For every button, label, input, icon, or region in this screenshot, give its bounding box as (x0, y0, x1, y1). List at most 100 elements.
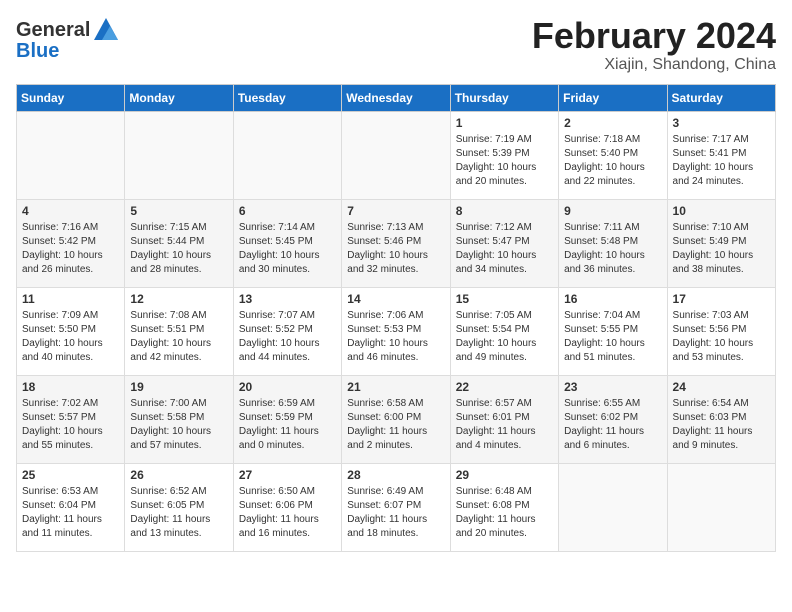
calendar-cell: 17 Sunrise: 7:03 AMSunset: 5:56 PMDayligh… (667, 287, 775, 375)
subtitle: Xiajin, Shandong, China (532, 56, 776, 74)
calendar-cell (233, 111, 341, 199)
day-info: Sunrise: 6:58 AMSunset: 6:00 PMDaylight:… (347, 397, 444, 453)
calendar-cell: 29 Sunrise: 6:48 AMSunset: 6:08 PMDayligh… (450, 463, 558, 551)
day-info: Sunrise: 7:18 AMSunset: 5:40 PMDaylight:… (564, 133, 661, 189)
weekday-header-sunday: Sunday (17, 84, 125, 111)
day-info: Sunrise: 6:54 AMSunset: 6:03 PMDaylight:… (673, 397, 770, 453)
day-info: Sunrise: 7:15 AMSunset: 5:44 PMDaylight:… (130, 221, 227, 277)
day-info: Sunrise: 6:57 AMSunset: 6:01 PMDaylight:… (456, 397, 553, 453)
day-number: 24 (673, 380, 770, 394)
day-info: Sunrise: 7:17 AMSunset: 5:41 PMDaylight:… (673, 133, 770, 189)
logo: General Blue (16, 16, 120, 63)
calendar-cell: 20 Sunrise: 6:59 AMSunset: 5:59 PMDayligh… (233, 375, 341, 463)
calendar-cell: 26 Sunrise: 6:52 AMSunset: 6:05 PMDayligh… (125, 463, 233, 551)
day-number: 10 (673, 204, 770, 218)
day-info: Sunrise: 6:53 AMSunset: 6:04 PMDaylight:… (22, 485, 119, 541)
day-number: 6 (239, 204, 336, 218)
day-number: 7 (347, 204, 444, 218)
day-info: Sunrise: 7:04 AMSunset: 5:55 PMDaylight:… (564, 309, 661, 365)
calendar-cell: 19 Sunrise: 7:00 AMSunset: 5:58 PMDayligh… (125, 375, 233, 463)
day-info: Sunrise: 7:06 AMSunset: 5:53 PMDaylight:… (347, 309, 444, 365)
weekday-header-saturday: Saturday (667, 84, 775, 111)
calendar-cell: 2 Sunrise: 7:18 AMSunset: 5:40 PMDaylight… (559, 111, 667, 199)
week-row-3: 11 Sunrise: 7:09 AMSunset: 5:50 PMDayligh… (17, 287, 776, 375)
calendar-cell (17, 111, 125, 199)
day-number: 20 (239, 380, 336, 394)
calendar-cell (559, 463, 667, 551)
day-info: Sunrise: 7:02 AMSunset: 5:57 PMDaylight:… (22, 397, 119, 453)
calendar-cell: 9 Sunrise: 7:11 AMSunset: 5:48 PMDaylight… (559, 199, 667, 287)
header: General Blue February 2024 Xiajin, Shand… (16, 16, 776, 74)
weekday-header-row: SundayMondayTuesdayWednesdayThursdayFrid… (17, 84, 776, 111)
calendar-cell: 3 Sunrise: 7:17 AMSunset: 5:41 PMDaylight… (667, 111, 775, 199)
calendar-cell: 5 Sunrise: 7:15 AMSunset: 5:44 PMDaylight… (125, 199, 233, 287)
calendar-cell: 28 Sunrise: 6:49 AMSunset: 6:07 PMDayligh… (342, 463, 450, 551)
day-info: Sunrise: 7:11 AMSunset: 5:48 PMDaylight:… (564, 221, 661, 277)
day-number: 15 (456, 292, 553, 306)
weekday-header-monday: Monday (125, 84, 233, 111)
day-number: 14 (347, 292, 444, 306)
day-number: 22 (456, 380, 553, 394)
weekday-header-wednesday: Wednesday (342, 84, 450, 111)
week-row-5: 25 Sunrise: 6:53 AMSunset: 6:04 PMDayligh… (17, 463, 776, 551)
calendar-cell: 16Sunrise: 7:04 AMSunset: 5:55 PMDayligh… (559, 287, 667, 375)
calendar-cell: 27 Sunrise: 6:50 AMSunset: 6:06 PMDayligh… (233, 463, 341, 551)
day-number: 11 (22, 292, 119, 306)
week-row-4: 18 Sunrise: 7:02 AMSunset: 5:57 PMDayligh… (17, 375, 776, 463)
calendar-cell: 14 Sunrise: 7:06 AMSunset: 5:53 PMDayligh… (342, 287, 450, 375)
day-info: Sunrise: 7:08 AMSunset: 5:51 PMDaylight:… (130, 309, 227, 365)
day-info: Sunrise: 6:52 AMSunset: 6:05 PMDaylight:… (130, 485, 227, 541)
day-number: 25 (22, 468, 119, 482)
day-info: Sunrise: 6:48 AMSunset: 6:08 PMDaylight:… (456, 485, 553, 541)
day-number: 26 (130, 468, 227, 482)
weekday-header-tuesday: Tuesday (233, 84, 341, 111)
calendar-cell: 4Sunrise: 7:16 AMSunset: 5:42 PMDaylight… (17, 199, 125, 287)
day-number: 9 (564, 204, 661, 218)
day-number: 3 (673, 116, 770, 130)
calendar-cell: 23Sunrise: 6:55 AMSunset: 6:02 PMDayligh… (559, 375, 667, 463)
week-row-2: 4Sunrise: 7:16 AMSunset: 5:42 PMDaylight… (17, 199, 776, 287)
weekday-header-friday: Friday (559, 84, 667, 111)
calendar-table: SundayMondayTuesdayWednesdayThursdayFrid… (16, 84, 776, 552)
calendar-cell: 25 Sunrise: 6:53 AMSunset: 6:04 PMDayligh… (17, 463, 125, 551)
calendar-cell: 13Sunrise: 7:07 AMSunset: 5:52 PMDayligh… (233, 287, 341, 375)
day-number: 28 (347, 468, 444, 482)
day-number: 27 (239, 468, 336, 482)
day-info: Sunrise: 6:49 AMSunset: 6:07 PMDaylight:… (347, 485, 444, 541)
weekday-header-thursday: Thursday (450, 84, 558, 111)
calendar-cell: 7 Sunrise: 7:13 AMSunset: 5:46 PMDaylight… (342, 199, 450, 287)
calendar-cell: 10 Sunrise: 7:10 AMSunset: 5:49 PMDayligh… (667, 199, 775, 287)
day-info: Sunrise: 7:09 AMSunset: 5:50 PMDaylight:… (22, 309, 119, 365)
calendar-cell: 15Sunrise: 7:05 AMSunset: 5:54 PMDayligh… (450, 287, 558, 375)
calendar-cell: 8 Sunrise: 7:12 AMSunset: 5:47 PMDaylight… (450, 199, 558, 287)
day-info: Sunrise: 6:59 AMSunset: 5:59 PMDaylight:… (239, 397, 336, 453)
day-info: Sunrise: 7:14 AMSunset: 5:45 PMDaylight:… (239, 221, 336, 277)
day-number: 8 (456, 204, 553, 218)
day-info: Sunrise: 7:10 AMSunset: 5:49 PMDaylight:… (673, 221, 770, 277)
week-row-1: 1Sunrise: 7:19 AMSunset: 5:39 PMDaylight… (17, 111, 776, 199)
day-number: 2 (564, 116, 661, 130)
calendar-cell (342, 111, 450, 199)
day-number: 5 (130, 204, 227, 218)
day-number: 13 (239, 292, 336, 306)
day-number: 4 (22, 204, 119, 218)
day-info: Sunrise: 7:03 AMSunset: 5:56 PMDaylight:… (673, 309, 770, 365)
calendar-cell: 21 Sunrise: 6:58 AMSunset: 6:00 PMDayligh… (342, 375, 450, 463)
day-info: Sunrise: 7:12 AMSunset: 5:47 PMDaylight:… (456, 221, 553, 277)
calendar-cell (667, 463, 775, 551)
calendar-cell: 22 Sunrise: 6:57 AMSunset: 6:01 PMDayligh… (450, 375, 558, 463)
logo-blue-text: Blue (16, 40, 59, 63)
day-number: 21 (347, 380, 444, 394)
day-number: 23 (564, 380, 661, 394)
calendar-cell: 11 Sunrise: 7:09 AMSunset: 5:50 PMDayligh… (17, 287, 125, 375)
day-number: 17 (673, 292, 770, 306)
day-number: 18 (22, 380, 119, 394)
day-info: Sunrise: 7:00 AMSunset: 5:58 PMDaylight:… (130, 397, 227, 453)
day-number: 29 (456, 468, 553, 482)
day-info: Sunrise: 6:50 AMSunset: 6:06 PMDaylight:… (239, 485, 336, 541)
day-info: Sunrise: 7:13 AMSunset: 5:46 PMDaylight:… (347, 221, 444, 277)
day-info: Sunrise: 7:19 AMSunset: 5:39 PMDaylight:… (456, 133, 553, 189)
calendar-cell: 24 Sunrise: 6:54 AMSunset: 6:03 PMDayligh… (667, 375, 775, 463)
day-number: 19 (130, 380, 227, 394)
calendar-cell (125, 111, 233, 199)
